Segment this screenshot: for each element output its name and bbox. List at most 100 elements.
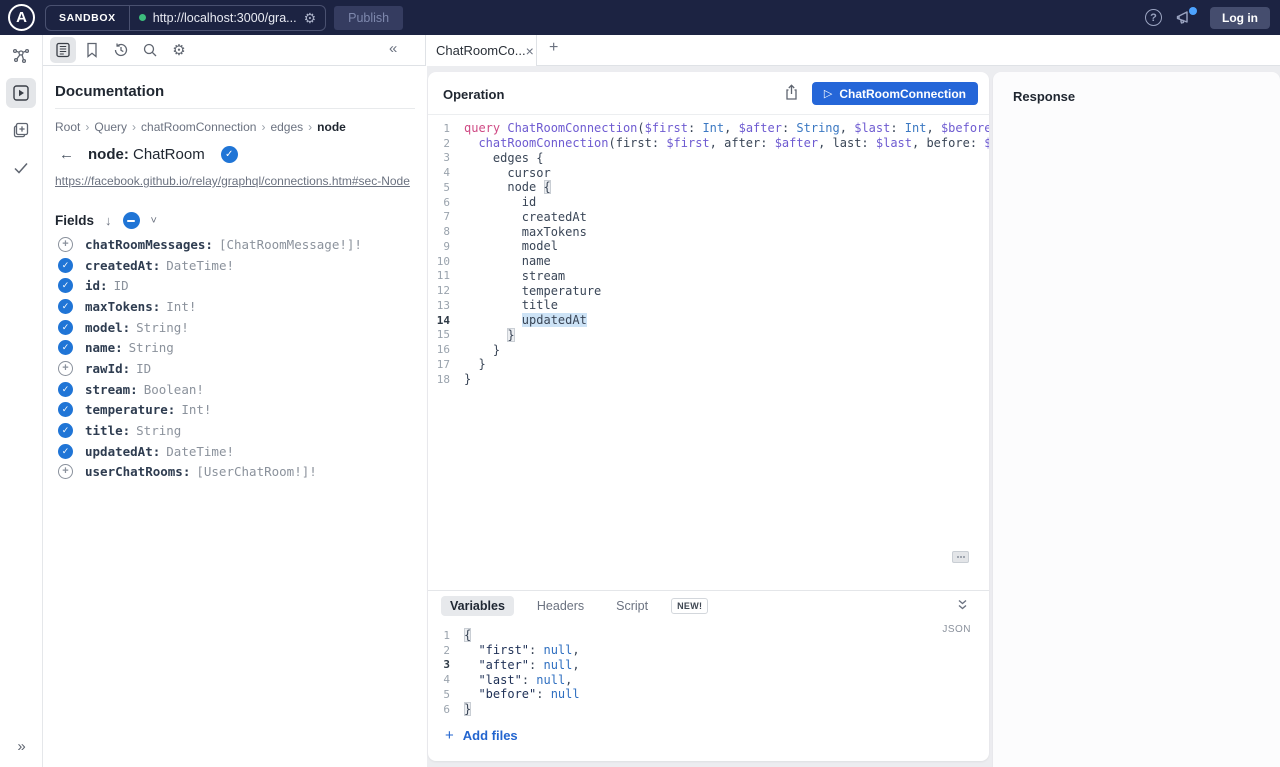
field-checked-icon[interactable]: ✓ [58, 319, 73, 335]
code-line[interactable]: 7 createdAt [428, 210, 989, 225]
code-line[interactable]: 12 temperature [428, 283, 989, 298]
code-line[interactable]: 2 "first": null, [428, 643, 989, 658]
fields-chevron-down-icon[interactable]: ˅ [151, 215, 157, 227]
code-line[interactable]: 6} [428, 702, 989, 717]
search-icon[interactable] [137, 37, 163, 63]
code-line[interactable]: 17 } [428, 357, 989, 372]
code-line[interactable]: 2 chatRoomConnection(first: $first, afte… [428, 136, 989, 151]
code-line[interactable]: 13 title [428, 298, 989, 313]
code-line[interactable]: 14 updatedAt [428, 313, 989, 328]
code-line[interactable]: 4 cursor [428, 165, 989, 180]
field-type[interactable]: Int! [181, 402, 211, 417]
code-line[interactable]: 4 "last": null, [428, 672, 989, 687]
field-type[interactable]: [ChatRoomMessage!]! [219, 237, 362, 252]
field-type[interactable]: DateTime! [166, 444, 234, 459]
field-row[interactable]: ✓ createdAt: DateTime! [55, 255, 419, 276]
field-type[interactable]: ID [136, 361, 151, 376]
field-selected-check-icon[interactable]: ✓ [220, 146, 238, 163]
field-type[interactable]: String [129, 340, 174, 355]
field-checked-icon[interactable]: ✓ [58, 298, 73, 314]
collapse-variables-icon[interactable] [956, 599, 969, 611]
breadcrumb-item[interactable]: chatRoomConnection [141, 120, 256, 134]
field-row[interactable]: + userChatRooms: [UserChatRoom!]! [55, 462, 419, 483]
new-tab-icon[interactable]: + [543, 39, 564, 57]
checklist-icon[interactable] [6, 153, 36, 183]
field-checked-icon[interactable]: ✓ [58, 278, 73, 294]
field-checked-icon[interactable]: ✓ [58, 443, 73, 459]
tab-close-icon[interactable]: × [526, 43, 534, 59]
tab-variables[interactable]: Variables [441, 596, 514, 616]
field-type[interactable]: Boolean! [144, 382, 204, 397]
field-add-icon[interactable]: + [58, 464, 73, 480]
field-type[interactable]: String [136, 423, 181, 438]
code-line[interactable]: 11 stream [428, 269, 989, 284]
publish-button[interactable]: Publish [334, 5, 404, 30]
documentation-panel-icon[interactable] [50, 37, 76, 63]
tab-headers[interactable]: Headers [528, 596, 593, 616]
field-checked-icon[interactable]: ✓ [58, 423, 73, 439]
bookmark-icon[interactable] [79, 37, 105, 63]
field-type[interactable]: String! [136, 320, 189, 335]
variables-editor[interactable]: 1{2 "first": null, 3 "after": null, 4 "las… [428, 628, 989, 717]
field-row[interactable]: ✓ stream: Boolean! [55, 379, 419, 400]
field-type[interactable]: Int! [166, 299, 196, 314]
code-line[interactable]: 5 "before": null [428, 687, 989, 702]
field-type[interactable]: ID [114, 278, 129, 293]
field-row[interactable]: ✓ model: String! [55, 317, 419, 338]
operation-editor[interactable]: 1 query ChatRoomConnection($first: Int, $… [428, 115, 989, 590]
code-line[interactable]: 1{ [428, 628, 989, 643]
field-checked-icon[interactable]: ✓ [58, 381, 73, 397]
code-line[interactable]: 9 model [428, 239, 989, 254]
share-icon[interactable] [784, 84, 799, 101]
code-line[interactable]: 1 query ChatRoomConnection($first: Int, $… [428, 121, 989, 136]
code-line[interactable]: 8 maxTokens [428, 224, 989, 239]
field-type[interactable]: [UserChatRoom!]! [196, 464, 316, 479]
tab-script[interactable]: Script [607, 596, 657, 616]
sort-fields-icon[interactable]: ↓ [105, 213, 112, 228]
settings-gear-icon[interactable]: ⚙ [166, 37, 192, 63]
field-row[interactable]: ✓ id: ID [55, 275, 419, 296]
history-icon[interactable] [108, 37, 134, 63]
field-row[interactable]: + rawId: ID [55, 358, 419, 379]
field-checked-icon[interactable]: ✓ [58, 257, 73, 273]
collapse-docs-icon[interactable]: « [389, 40, 397, 57]
breadcrumb-item[interactable]: Query [94, 120, 127, 134]
code-line[interactable]: 6 id [428, 195, 989, 210]
endpoint-url-box[interactable]: http://localhost:3000/gra... ⚙ [130, 11, 325, 25]
tab-chatroomconnection[interactable]: ChatRoomCo... × [425, 35, 537, 66]
field-row[interactable]: ✓ maxTokens: Int! [55, 296, 419, 317]
code-line[interactable]: 15 } [428, 327, 989, 343]
field-row[interactable]: + chatRoomMessages: [ChatRoomMessage!]! [55, 234, 419, 255]
announcements-icon[interactable] [1176, 6, 1197, 27]
help-icon[interactable]: ? [1145, 9, 1162, 26]
field-row[interactable]: ✓ name: String [55, 337, 419, 358]
run-operation-button[interactable]: ▷ ChatRoomConnection [811, 82, 978, 105]
code-line[interactable]: 5 node { [428, 180, 989, 195]
field-checked-icon[interactable]: ✓ [58, 402, 73, 418]
breadcrumb-item[interactable]: edges [270, 120, 303, 134]
expand-rail-icon[interactable]: » [0, 738, 43, 755]
deselect-all-fields-icon[interactable] [122, 212, 140, 229]
endpoint-url[interactable]: http://localhost:3000/gra... [153, 11, 297, 25]
breadcrumb-item[interactable]: Root [55, 120, 80, 134]
operation-collections-icon[interactable] [6, 115, 36, 145]
code-line[interactable]: 3 edges { [428, 151, 989, 166]
schema-icon[interactable] [6, 41, 36, 71]
field-add-icon[interactable]: + [58, 360, 73, 376]
code-line[interactable]: 3 "after": null, [428, 658, 989, 673]
login-button[interactable]: Log in [1210, 6, 1270, 29]
code-line[interactable]: 18} [428, 372, 989, 387]
field-type[interactable]: DateTime! [166, 258, 234, 273]
endpoint-settings-gear-icon[interactable]: ⚙ [304, 11, 317, 25]
back-arrow-icon[interactable]: ← [59, 146, 74, 163]
apollo-logo[interactable]: A [8, 4, 35, 31]
add-files-button[interactable]: + Add files [445, 727, 518, 744]
doc-external-link[interactable]: https://facebook.github.io/relay/graphql… [55, 174, 410, 188]
field-row[interactable]: ✓ updatedAt: DateTime! [55, 441, 419, 462]
field-row[interactable]: ✓ title: String [55, 420, 419, 441]
field-checked-icon[interactable]: ✓ [58, 340, 73, 356]
field-row[interactable]: ✓ temperature: Int! [55, 400, 419, 421]
explorer-icon[interactable] [6, 78, 36, 108]
keyboard-shortcuts-icon[interactable] [952, 551, 969, 563]
code-line[interactable]: 10 name [428, 254, 989, 269]
